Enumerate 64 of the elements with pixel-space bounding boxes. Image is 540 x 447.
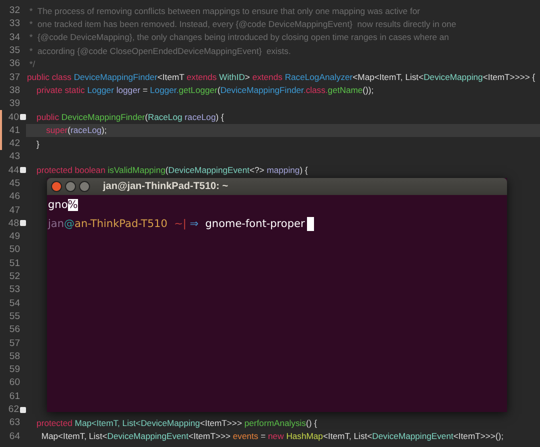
terminal-cursor xyxy=(306,217,314,231)
line-number: 51 xyxy=(8,258,20,269)
line-number: 34 xyxy=(8,32,20,43)
line-number: 48 xyxy=(7,218,19,229)
terminal-text: ~ xyxy=(173,218,183,230)
line-number: 63 xyxy=(8,417,20,428)
code-line: super(raceLog); xyxy=(45,125,107,136)
line-number: 45 xyxy=(8,178,20,189)
line-number: 44 xyxy=(7,164,19,176)
line-number: 32 xyxy=(8,5,20,16)
terminal-text: ⇒ xyxy=(188,218,200,230)
line-number: 46 xyxy=(8,191,20,202)
code-line: * {@code DeviceMapping}, the only changes being introduced by closing open time ranges in cases where an xyxy=(28,32,449,42)
line-number: 33 xyxy=(8,18,20,30)
terminal-text: an-ThinkPad-T510 xyxy=(74,218,168,230)
line-number: 60 xyxy=(8,377,20,388)
maximize-button[interactable] xyxy=(79,181,90,192)
terminal-text: | xyxy=(182,218,186,230)
line-number: 42 xyxy=(8,138,20,150)
line-number: 52 xyxy=(8,271,20,282)
line-number: 40 xyxy=(7,112,19,123)
line-number: 53 xyxy=(8,284,20,296)
line-number: 55 xyxy=(8,310,20,322)
terminal-text: gnome-font-proper xyxy=(204,218,305,230)
code-line: Map<ItemT, List<DeviceMappingEvent<ItemT>>> events = new HashMap<ItemT, List<DeviceMappingEvent<ItemT>>>(); xyxy=(40,431,504,442)
code-line: * The process of removing conflicts between mappings to ensure that only one mapping was active for xyxy=(28,6,420,16)
line-number: 58 xyxy=(8,350,20,362)
line-number: 54 xyxy=(8,298,20,309)
terminal-text: @ xyxy=(64,218,75,230)
code-line: public DeviceMappingFinder(RaceLog raceLog) { xyxy=(36,112,224,122)
fold-icon[interactable] xyxy=(20,114,26,120)
line-number: 61 xyxy=(8,390,20,402)
line-number: 59 xyxy=(8,364,20,376)
line-number: 57 xyxy=(8,338,20,349)
terminal-text: gno xyxy=(48,199,68,211)
close-button[interactable] xyxy=(51,181,62,192)
line-number: 36 xyxy=(8,58,20,70)
code-line: protected boolean isValidMapping(DeviceMappingEvent<?> mapping) { xyxy=(36,165,308,176)
code-line: public class DeviceMappingFinder<ItemT extends WithID> extends RaceLogAnalyzer<Map<ItemT, List<DeviceMapping<ItemT>>>> { xyxy=(26,72,536,82)
terminal-text: jan xyxy=(48,218,64,230)
fold-icon[interactable] xyxy=(20,220,26,226)
line-number: 47 xyxy=(8,204,20,216)
code-line: protected Map<ItemT, List<DeviceMapping<ItemT>>> performAnalysis() { xyxy=(36,418,317,428)
line-number: 41 xyxy=(8,124,20,136)
fold-icon[interactable] xyxy=(20,167,26,174)
fold-icon[interactable] xyxy=(20,406,26,413)
code-line: */ xyxy=(28,58,36,69)
line-number: 62 xyxy=(7,404,19,416)
terminal-cursor-text: % xyxy=(68,199,78,211)
minimize-button[interactable] xyxy=(65,181,76,192)
code-line: private static Logger logger = Logger.getLogger(DeviceMappingFinder.class.getName()); xyxy=(36,85,374,96)
line-number: 37 xyxy=(8,72,20,83)
line-number: 43 xyxy=(8,151,20,162)
code-line: * according {@code CloseOpenEndedDeviceMappingEvent} exists. xyxy=(28,46,291,56)
window-title: jan@jan-ThinkPad-T510: ~ xyxy=(103,181,228,192)
line-number: 38 xyxy=(8,84,20,96)
line-number: 39 xyxy=(8,98,20,110)
line-number: 56 xyxy=(8,324,20,336)
line-number: 64 xyxy=(8,430,20,442)
line-number: 49 xyxy=(8,231,20,242)
line-number: 50 xyxy=(8,244,20,256)
line-number: 35 xyxy=(8,45,20,56)
code-line: * one tracked item has been removed. Instead, every {@code DeviceMappingEvent} now results directly in one xyxy=(28,18,456,29)
code-line: } xyxy=(36,138,40,149)
